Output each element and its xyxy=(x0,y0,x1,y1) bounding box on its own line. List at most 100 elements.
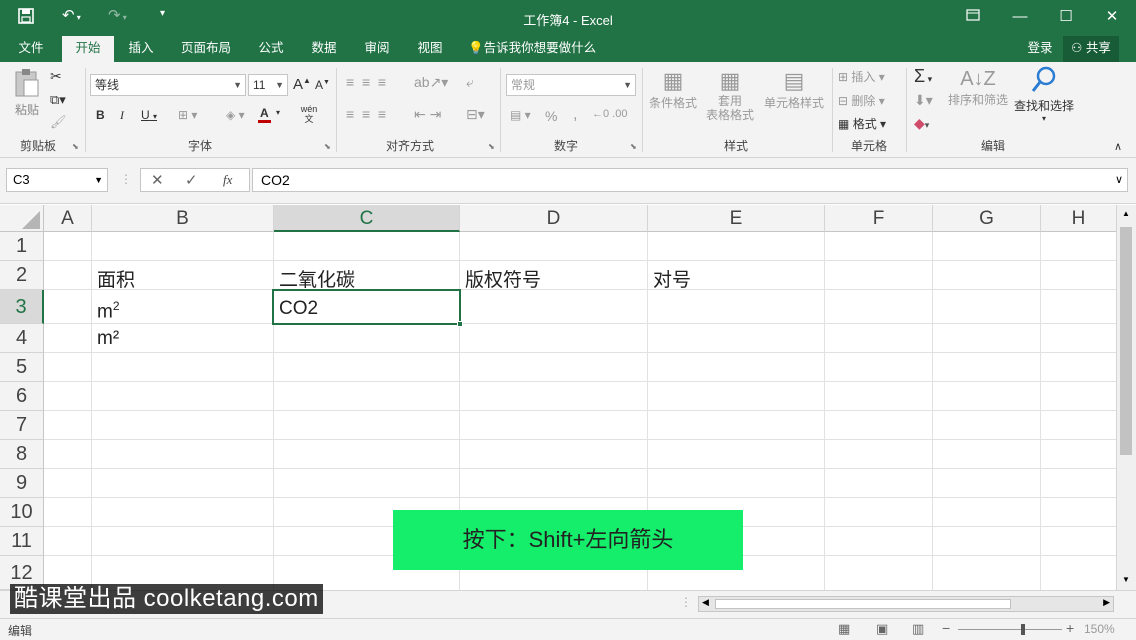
normal-view-icon[interactable]: ▦ xyxy=(838,621,850,637)
horizontal-scroll-thumb[interactable] xyxy=(715,599,1011,609)
indent-icon[interactable]: ⇤ ⇥ xyxy=(414,106,441,123)
fill-icon[interactable]: ⬇▾ xyxy=(914,92,933,109)
vertical-scrollbar[interactable]: ▲ ▼ xyxy=(1116,205,1136,590)
fill-handle[interactable] xyxy=(457,321,463,327)
page-layout-view-icon[interactable]: ▣ xyxy=(876,621,888,637)
tab-formulas[interactable]: 公式 xyxy=(248,36,294,62)
font-launcher-icon[interactable]: ⬊ xyxy=(324,142,331,151)
tab-split-grip-icon[interactable]: ⋮ xyxy=(680,595,692,609)
page-break-view-icon[interactable]: ▥ xyxy=(912,621,924,637)
cell-b4[interactable]: m² xyxy=(92,328,119,350)
align-left-icon[interactable]: ≡ ≡ ≡ xyxy=(346,106,386,122)
row-header-11[interactable]: 11 xyxy=(0,527,44,556)
select-all-button[interactable] xyxy=(0,205,44,232)
collapse-ribbon-icon[interactable]: ∧ xyxy=(1114,140,1122,153)
clipboard-launcher-icon[interactable]: ⬊ xyxy=(72,142,79,151)
row-header-8[interactable]: 8 xyxy=(0,440,44,469)
vertical-scroll-thumb[interactable] xyxy=(1120,227,1132,455)
shrink-font-button[interactable]: A▼ xyxy=(315,78,330,92)
maximize-icon[interactable]: ☐ xyxy=(1051,5,1081,29)
tab-view[interactable]: 视图 xyxy=(407,36,453,62)
copy-icon[interactable]: ⧉▾ xyxy=(50,92,66,108)
alignment-launcher-icon[interactable]: ⬊ xyxy=(488,142,495,151)
scroll-up-icon[interactable]: ▲ xyxy=(1122,209,1130,218)
row-header-4[interactable]: 4 xyxy=(0,324,44,353)
row-header-9[interactable]: 9 xyxy=(0,469,44,498)
fill-color-icon[interactable]: ◈ ▾ xyxy=(226,108,245,122)
merge-center-icon[interactable]: ⊟▾ xyxy=(466,106,485,123)
comma-button[interactable]: , xyxy=(573,106,577,124)
share-button[interactable]: ⚇ 共享 xyxy=(1063,36,1119,62)
tab-page-layout[interactable]: 页面布局 xyxy=(172,36,240,62)
font-name-select[interactable]: 等线 ▼ xyxy=(90,74,246,96)
cell-b2[interactable]: 面积 xyxy=(92,265,135,292)
percent-button[interactable]: % xyxy=(545,108,557,124)
tab-insert[interactable]: 插入 xyxy=(118,36,164,62)
phonetic-button[interactable]: wén 文 xyxy=(298,104,320,124)
cancel-icon[interactable]: ✕ xyxy=(151,171,164,189)
paste-button[interactable]: 粘贴 xyxy=(10,68,44,118)
row-header-2[interactable]: 2 xyxy=(0,261,44,290)
column-header-f[interactable]: F xyxy=(825,205,933,232)
column-header-c[interactable]: C xyxy=(274,205,460,232)
cell-styles-button[interactable]: ▤ 单元格样式 xyxy=(762,68,826,111)
insert-function-button[interactable]: fx xyxy=(223,172,232,188)
bold-button[interactable]: B xyxy=(96,108,105,122)
clear-icon[interactable]: ◆▾ xyxy=(914,115,929,132)
column-header-d[interactable]: D xyxy=(460,205,648,232)
column-header-b[interactable]: B xyxy=(92,205,274,232)
column-header-h[interactable]: H xyxy=(1041,205,1116,232)
font-size-select[interactable]: 11 ▼ xyxy=(248,74,288,96)
enter-icon[interactable]: ✓ xyxy=(185,171,198,189)
column-header-e[interactable]: E xyxy=(648,205,825,232)
format-cells-button[interactable]: ▦ 格式 ▾ xyxy=(838,115,886,132)
accounting-icon[interactable]: ▤ ▾ xyxy=(510,108,531,122)
row-header-7[interactable]: 7 xyxy=(0,411,44,440)
borders-icon[interactable]: ⊞ ▾ xyxy=(178,108,197,122)
ribbon-display-icon[interactable] xyxy=(958,5,988,29)
tab-data[interactable]: 数据 xyxy=(301,36,347,62)
number-launcher-icon[interactable]: ⬊ xyxy=(630,142,637,151)
format-as-table-button[interactable]: ▦ 套用 表格格式 xyxy=(700,68,760,122)
column-header-a[interactable]: A xyxy=(44,205,92,232)
format-painter-icon[interactable]: 🖌 xyxy=(50,114,67,130)
cell-e2[interactable]: 对号 xyxy=(648,265,691,292)
column-header-g[interactable]: G xyxy=(933,205,1041,232)
font-color-chevron-icon[interactable]: ▾ xyxy=(276,108,280,117)
delete-cells-button[interactable]: ⊟ 删除 ▾ xyxy=(838,92,885,109)
wrap-text-icon[interactable]: ⤶ xyxy=(466,74,474,91)
zoom-in-icon[interactable]: + xyxy=(1066,620,1074,636)
zoom-out-icon[interactable]: − xyxy=(942,620,950,636)
cell-c2[interactable]: 二氧化碳 xyxy=(274,265,355,292)
autosum-button[interactable]: Σ ▾ xyxy=(914,66,932,87)
row-header-1[interactable]: 1 xyxy=(0,232,44,261)
align-top-icon[interactable]: ≡ ≡ ≡ xyxy=(346,74,386,90)
minimize-icon[interactable]: — xyxy=(1005,5,1035,29)
name-box[interactable]: C3 ▼ xyxy=(6,168,108,192)
row-header-6[interactable]: 6 xyxy=(0,382,44,411)
row-header-10[interactable]: 10 xyxy=(0,498,44,527)
grow-font-button[interactable]: A▲ xyxy=(293,76,311,93)
horizontal-scrollbar[interactable]: ◀ ▶ xyxy=(698,596,1114,612)
cell-d2[interactable]: 版权符号 xyxy=(460,265,541,292)
formula-input[interactable]: CO2 ∨ xyxy=(252,168,1128,192)
cell-b3[interactable]: m2 xyxy=(92,299,120,323)
zoom-slider-thumb[interactable] xyxy=(1021,624,1025,635)
number-format-select[interactable]: 常规 ▼ xyxy=(506,74,636,96)
expand-formula-bar-icon[interactable]: ∨ xyxy=(1115,169,1123,191)
find-select-button[interactable]: 查找和选择 ▾ xyxy=(1012,66,1076,123)
zoom-level[interactable]: 150% xyxy=(1084,622,1115,636)
font-color-button[interactable]: A xyxy=(258,106,271,123)
scroll-down-icon[interactable]: ▼ xyxy=(1122,575,1130,584)
scroll-left-icon[interactable]: ◀ xyxy=(702,597,709,608)
sort-filter-button[interactable]: A↓Z 排序和筛选 xyxy=(946,68,1010,108)
tab-home[interactable]: 开始 xyxy=(62,36,114,62)
conditional-formatting-button[interactable]: ▦ 条件格式 xyxy=(646,68,700,111)
tell-me-box[interactable]: 💡告诉我你想要做什么 xyxy=(468,36,608,62)
increase-decimal-icon[interactable]: ←0 .00 xyxy=(592,108,627,120)
row-header-3[interactable]: 3 xyxy=(0,290,44,324)
insert-cells-button[interactable]: ⊞ 插入 ▾ xyxy=(838,68,885,85)
scroll-right-icon[interactable]: ▶ xyxy=(1103,597,1110,608)
login-link[interactable]: 登录 xyxy=(1020,36,1060,62)
zoom-slider[interactable] xyxy=(958,629,1062,630)
